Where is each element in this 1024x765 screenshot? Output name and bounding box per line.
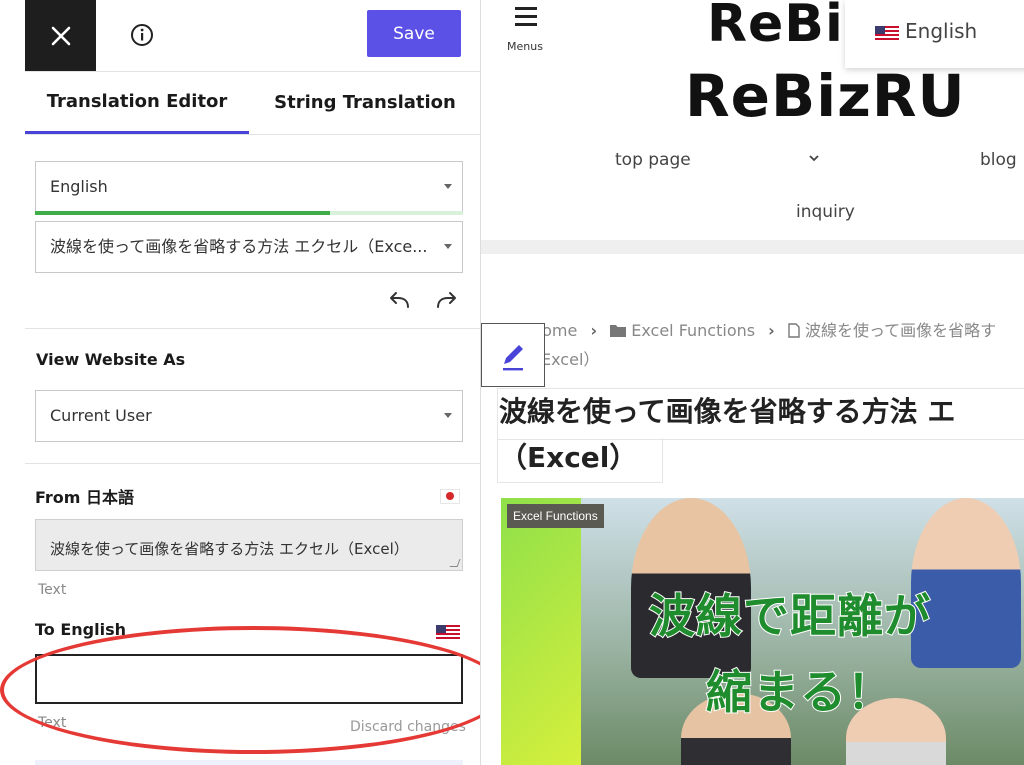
redo-icon xyxy=(437,292,456,308)
document-icon xyxy=(788,323,800,338)
close-icon xyxy=(51,26,70,45)
translation-progress-fill xyxy=(35,211,331,215)
japan-flag-icon xyxy=(440,489,460,504)
caret-down-icon xyxy=(444,184,452,189)
translation-editor-panel: Save Translation Editor String Translati… xyxy=(0,0,480,765)
from-language-label: From 日本語 xyxy=(35,488,135,507)
left-gutter xyxy=(0,0,25,765)
panel-bottom-strip xyxy=(35,760,463,765)
editor-tabs: Translation Editor String Translation xyxy=(25,72,480,135)
hero-caption-line1: 波線で距離が xyxy=(648,588,931,644)
hero-caption-line2: 縮まる！ xyxy=(705,664,894,720)
language-switcher[interactable]: English xyxy=(845,0,1024,68)
breadcrumb-separator: › xyxy=(590,321,598,340)
caret-down-icon xyxy=(444,244,452,249)
us-flag-icon xyxy=(875,26,899,41)
resize-handle-icon xyxy=(449,559,461,567)
category-badge[interactable]: Excel Functions xyxy=(507,504,604,528)
source-text-field: 波線を使って画像を省略する方法 エクセル（Excel） xyxy=(35,519,463,571)
language-switcher-label: English xyxy=(905,19,978,43)
folder-icon xyxy=(610,325,627,337)
language-select-value: English xyxy=(50,177,108,196)
nav-blog[interactable]: blog xyxy=(980,150,1017,170)
page-string-select-value: 波線を使って画像を省略する方法 エクセル（Exce... xyxy=(50,237,428,256)
breadcrumb-category[interactable]: Excel Functions xyxy=(631,321,755,340)
translation-progress-bar xyxy=(35,211,463,215)
hamburger-icon xyxy=(515,7,537,31)
language-select[interactable]: English xyxy=(35,161,463,212)
section-divider xyxy=(25,328,480,329)
menus-button[interactable]: Menus xyxy=(501,4,549,53)
close-button[interactable] xyxy=(25,0,96,71)
breadcrumb-current-continued: Excel） xyxy=(541,350,600,369)
post-title-continued[interactable]: （Excel） xyxy=(499,436,637,476)
chevron-down-icon[interactable] xyxy=(808,152,820,164)
caret-down-icon xyxy=(444,413,452,418)
tab-string-translation[interactable]: String Translation xyxy=(253,72,477,132)
nav-inquiry[interactable]: inquiry xyxy=(796,202,855,222)
page-string-select[interactable]: 波線を使って画像を省略する方法 エクセル（Exce... xyxy=(35,221,463,273)
view-as-select[interactable]: Current User xyxy=(35,390,463,442)
undo-button[interactable] xyxy=(388,290,412,312)
translation-input[interactable] xyxy=(35,654,463,704)
view-as-select-value: Current User xyxy=(50,406,152,425)
save-button[interactable]: Save xyxy=(367,10,461,57)
breadcrumb-separator: › xyxy=(768,321,775,340)
tab-translation-editor[interactable]: Translation Editor xyxy=(25,72,249,134)
website-preview: Menus ReBiz ReBizRU English top page blo… xyxy=(480,0,1024,765)
source-text: 波線を使って画像を省略する方法 エクセル（Excel） xyxy=(50,540,409,558)
discard-changes-link[interactable]: Discard changes xyxy=(350,719,466,735)
view-website-as-label: View Website As xyxy=(36,350,186,369)
menus-label: Menus xyxy=(507,40,543,53)
info-icon xyxy=(131,24,153,46)
post-title[interactable]: 波線を使って画像を省略する方法 エ xyxy=(499,390,955,430)
featured-image: 波線で距離が 縮まる！ Excel Functions xyxy=(501,498,1024,765)
site-logo[interactable]: ReBizRU xyxy=(685,62,966,130)
breadcrumb: Home › Excel Functions › 波線を使って画像を省略す xyxy=(511,317,996,341)
undo-icon xyxy=(390,292,409,308)
info-button[interactable] xyxy=(128,21,156,49)
edit-translation-button[interactable] xyxy=(481,323,545,387)
header-separator xyxy=(481,240,1024,254)
redo-button[interactable] xyxy=(434,290,458,312)
to-language-label: To English xyxy=(35,620,127,639)
editor-toolbar: Save xyxy=(25,0,480,72)
source-type-label: Text xyxy=(38,582,67,598)
section-divider xyxy=(25,463,480,464)
breadcrumb-current: 波線を使って画像を省略す xyxy=(804,321,997,340)
us-flag-icon xyxy=(436,625,460,640)
pencil-icon xyxy=(503,345,523,371)
nav-top-page[interactable]: top page xyxy=(615,150,691,170)
target-type-label: Text xyxy=(38,715,67,731)
